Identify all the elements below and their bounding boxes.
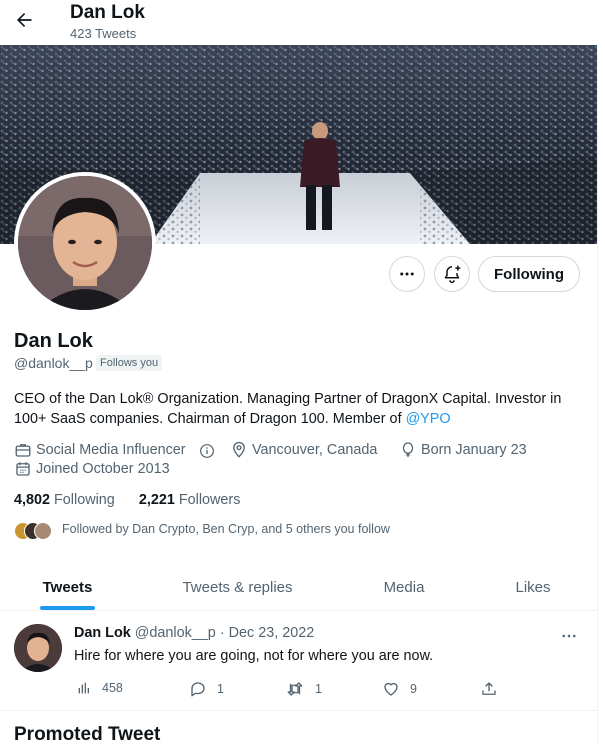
location-label: Vancouver, Canada [252,442,378,458]
retweet-icon [287,682,303,696]
followers-stat-label: Followers [178,492,241,508]
column-border [597,0,598,744]
location-pin-icon [233,441,245,458]
follow-stats: 4,802 Following 2,221 Followers [14,492,240,508]
bio-mention-link[interactable]: @YPO [406,411,451,427]
tab-tweets[interactable]: Tweets [20,563,115,611]
tab-media[interactable]: Media [360,563,448,611]
joined-label: Joined October 2013 [36,461,170,477]
tweet-author-handle[interactable]: @danlok__p [135,625,216,641]
following-button[interactable]: Following [478,256,580,292]
briefcase-icon [15,444,31,457]
born-label: Born January 23 [421,442,527,458]
promoted-tweet-heading: Promoted Tweet [14,724,161,744]
profile-bio: CEO of the Dan Lok® Organization. Managi… [14,389,594,429]
page-title: Dan Lok [70,2,145,23]
tweet-more-button[interactable] [560,627,578,645]
more-horizontal-icon [400,272,414,276]
divider [0,710,597,711]
tweet-text: Hire for where you are going, not for wh… [74,648,434,664]
profile-handle: @danlok__p [14,355,93,371]
arrow-left-icon [17,13,32,27]
active-tab-indicator [40,606,95,610]
follows-you-badge: Follows you [96,355,163,371]
followed-by-text[interactable]: Followed by Dan Crypto, Ben Cryp, and 5 … [62,522,390,536]
like-button[interactable]: 9 [382,680,417,698]
info-icon [200,444,214,458]
followers-link[interactable]: 2,221 Followers [139,492,241,508]
profile-tabs: Tweets Tweets & replies Media Likes [0,563,597,611]
following-stat-label: Following [54,492,115,508]
profile-birthday: Born January 23 [399,441,527,459]
following-link[interactable]: 4,802 Following [14,492,115,508]
share-button[interactable] [480,680,508,698]
bell-plus-icon [444,265,461,284]
more-options-button[interactable] [389,256,425,292]
back-button[interactable] [10,6,38,34]
tab-likes[interactable]: Likes [495,563,571,611]
tweet-author-avatar[interactable] [14,624,62,672]
views-count: 458 [102,681,123,695]
profile-avatar[interactable] [14,172,156,314]
calendar-icon [16,462,30,476]
tweet-header: Dan Lok @danlok__p · Dec 23, 2022 [74,625,314,641]
tweet-separator: · [219,625,225,641]
views-button[interactable]: 458 [76,680,123,696]
tab-tweets-replies[interactable]: Tweets & replies [160,563,315,611]
retweet-button[interactable]: 1 [285,680,322,698]
more-horizontal-icon [562,634,576,638]
following-count: 4,802 [14,492,51,508]
reply-icon [191,682,205,697]
profile-location: Vancouver, Canada [230,441,377,459]
reply-button[interactable]: 1 [189,680,224,698]
reply-count: 1 [217,682,224,696]
profile-name: Dan Lok [14,330,93,352]
retweet-count: 1 [315,682,322,696]
tweet-date[interactable]: Dec 23, 2022 [229,625,315,641]
avatar [34,522,52,540]
profile-category: Social Media Influencer [14,441,186,459]
profile-joined: Joined October 2013 [14,460,170,478]
notifications-button[interactable] [434,256,470,292]
analytics-icon [78,682,89,694]
info-icon-button[interactable] [199,443,215,459]
tweet-count: 423 Tweets [70,26,137,41]
bio-text: CEO of the Dan Lok® Organization. Managi… [14,391,562,427]
like-count: 9 [410,682,417,696]
followed-by-avatars[interactable] [14,522,56,540]
category-label: Social Media Influencer [36,442,186,458]
followers-count: 2,221 [138,492,175,508]
balloon-icon [402,442,414,458]
tweet-author-name[interactable]: Dan Lok [74,625,131,641]
share-icon [482,682,496,695]
heart-icon [384,682,398,696]
